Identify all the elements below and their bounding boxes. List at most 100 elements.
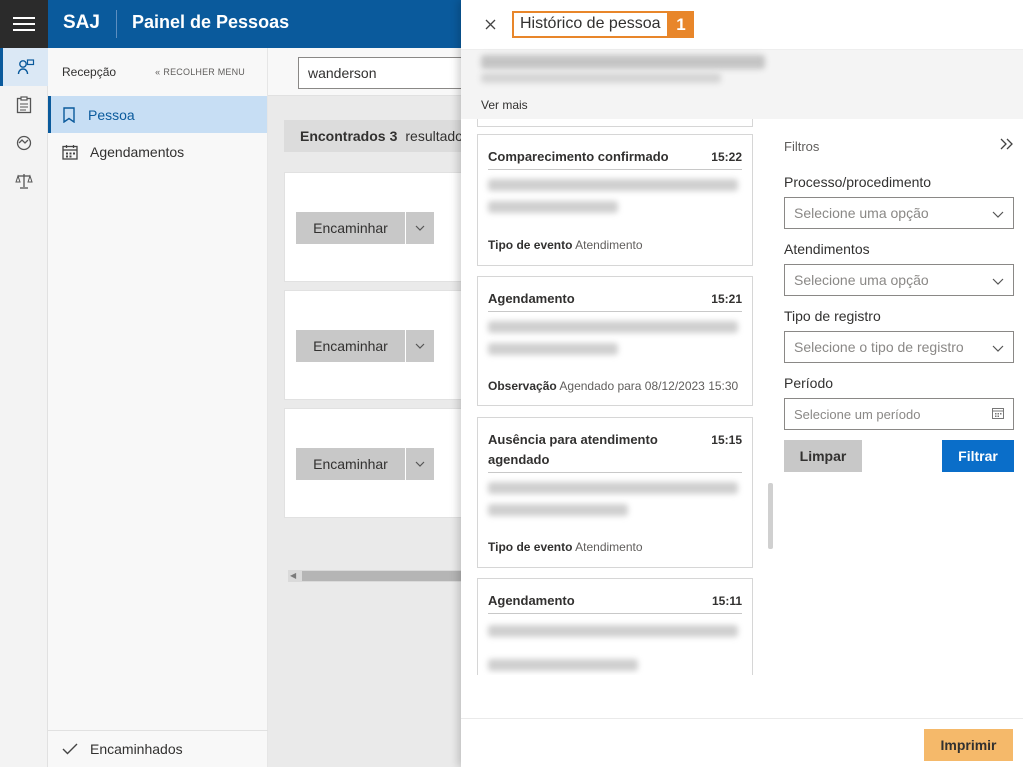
calendar-icon xyxy=(62,144,78,160)
rail-handshake-icon[interactable] xyxy=(0,124,48,162)
event-header: Ausência para atendimento agendado 15:15 xyxy=(488,430,742,473)
vertical-scrollbar[interactable] xyxy=(768,483,773,549)
brand-logo: SAJ xyxy=(63,12,100,33)
event-header: Agendamento 15:11 xyxy=(488,591,742,614)
result-card: Encaminhar xyxy=(284,172,484,282)
redacted-text xyxy=(488,321,738,333)
event-title: Comparecimento confirmado xyxy=(488,149,669,164)
forward-split-button: Encaminhar xyxy=(296,212,434,244)
redacted-text xyxy=(488,659,638,671)
filters-header: Filtros xyxy=(784,137,1014,155)
double-chevron-left-icon: « xyxy=(155,67,161,77)
forward-split-button: Encaminhar xyxy=(296,448,434,480)
sidebar-item-agendamentos[interactable]: Agendamentos xyxy=(48,133,267,170)
forward-button[interactable]: Encaminhar xyxy=(296,448,406,480)
filter-button[interactable]: Filtrar xyxy=(942,440,1014,472)
horizontal-scrollbar[interactable]: ◀ xyxy=(288,570,488,582)
redacted-text xyxy=(488,343,618,355)
clear-button[interactable]: Limpar xyxy=(784,440,862,472)
redacted-name xyxy=(481,55,765,69)
process-label: Processo/procedimento xyxy=(784,174,932,190)
history-event[interactable]: Ausência para atendimento agendado 15:15… xyxy=(477,417,753,568)
brand-divider xyxy=(116,10,117,38)
history-event-partial xyxy=(477,119,753,127)
chevron-down-icon xyxy=(992,272,1004,288)
record-type-select-placeholder: Selecione o tipo de registro xyxy=(794,339,964,355)
event-field-value: Agendado para 08/12/2023 15:30 xyxy=(559,379,739,393)
redacted-text xyxy=(488,625,738,637)
attendance-select[interactable]: Selecione uma opção xyxy=(784,264,1014,296)
event-field-value: Atendimento xyxy=(575,540,643,554)
event-title: Ausência para atendimento agendado xyxy=(488,432,658,467)
hamburger-menu-icon[interactable] xyxy=(0,0,48,48)
see-more-link[interactable]: Ver mais xyxy=(481,98,528,112)
redacted-text xyxy=(488,504,628,516)
event-title: Agendamento xyxy=(488,593,575,608)
event-time: 15:21 xyxy=(711,292,742,306)
forward-button[interactable]: Encaminhar xyxy=(296,330,406,362)
icon-rail xyxy=(0,48,48,767)
result-card: Encaminhar xyxy=(284,290,484,400)
close-icon[interactable] xyxy=(481,15,499,33)
double-chevron-right-icon[interactable] xyxy=(1000,137,1014,155)
history-timeline: Comparecimento confirmado 15:22 Tipo de … xyxy=(461,119,771,675)
event-field-label: Observação xyxy=(488,379,557,393)
calendar-icon[interactable] xyxy=(992,407,1004,422)
record-type-select[interactable]: Selecione o tipo de registro xyxy=(784,331,1014,363)
attendance-label: Atendimentos xyxy=(784,241,870,257)
event-field: Tipo de evento Atendimento xyxy=(488,540,643,554)
sidebar-item-label: Pessoa xyxy=(88,106,135,123)
checkmark-icon xyxy=(62,743,78,755)
found-count: 3 xyxy=(389,128,398,144)
panel-footer: Imprimir xyxy=(461,718,1023,767)
sidebar-footer-label: Encaminhados xyxy=(90,741,183,757)
forward-button[interactable]: Encaminhar xyxy=(296,212,406,244)
event-time: 15:22 xyxy=(711,150,742,164)
period-date-input[interactable]: Selecione um período xyxy=(784,398,1014,430)
process-select-placeholder: Selecione uma opção xyxy=(794,205,929,221)
chevron-down-icon[interactable] xyxy=(406,212,434,244)
event-title: Agendamento xyxy=(488,291,575,306)
history-event[interactable]: Agendamento 15:11 xyxy=(477,578,753,675)
history-event[interactable]: Agendamento 15:21 Observação Agendado pa… xyxy=(477,276,753,406)
event-field-label: Tipo de evento xyxy=(488,238,573,252)
section-label: Recepção xyxy=(62,65,117,79)
process-select[interactable]: Selecione uma opção xyxy=(784,197,1014,229)
event-field-label: Tipo de evento xyxy=(488,540,573,554)
collapse-menu-button[interactable]: « RECOLHER MENU xyxy=(155,67,245,77)
side-navigation: Recepção « RECOLHER MENU Pessoa Agendame… xyxy=(48,48,268,767)
chevron-down-icon xyxy=(992,339,1004,355)
period-placeholder: Selecione um período xyxy=(794,406,921,422)
redacted-text xyxy=(488,201,618,213)
print-button[interactable]: Imprimir xyxy=(924,729,1013,761)
rail-people-icon[interactable] xyxy=(0,48,48,86)
rail-scales-icon[interactable] xyxy=(0,162,48,200)
sidebar-item-encaminhados[interactable]: Encaminhados xyxy=(48,730,268,767)
history-event[interactable]: Comparecimento confirmado 15:22 Tipo de … xyxy=(477,134,753,266)
panel-title: Histórico de pessoa xyxy=(512,11,669,38)
annotation-badge: 1 xyxy=(668,11,694,38)
attendance-select-placeholder: Selecione uma opção xyxy=(794,272,929,288)
event-header: Comparecimento confirmado 15:22 xyxy=(488,147,742,170)
event-field-value: Atendimento xyxy=(575,238,643,252)
scroll-left-arrow-icon[interactable]: ◀ xyxy=(290,571,296,580)
chevron-down-icon[interactable] xyxy=(406,448,434,480)
record-type-label: Tipo de registro xyxy=(784,308,881,324)
found-prefix: Encontrados xyxy=(300,128,386,144)
rail-clipboard-icon[interactable] xyxy=(0,86,48,124)
sidenav-header: Recepção « RECOLHER MENU xyxy=(48,48,267,96)
period-label: Período xyxy=(784,375,834,391)
chevron-down-icon xyxy=(992,205,1004,221)
chevron-down-icon[interactable] xyxy=(406,330,434,362)
sidebar-item-pessoa[interactable]: Pessoa xyxy=(48,96,267,133)
person-info: Ver mais xyxy=(461,50,1023,119)
app-title: Painel de Pessoas xyxy=(132,12,290,32)
bookmark-icon xyxy=(63,106,75,123)
event-time: 15:11 xyxy=(711,594,742,608)
event-header: Agendamento 15:21 xyxy=(488,289,742,312)
sidebar-item-label: Agendamentos xyxy=(90,143,185,160)
scrollbar-thumb[interactable] xyxy=(302,571,482,581)
filters-heading: Filtros xyxy=(784,138,820,154)
collapse-menu-label: RECOLHER MENU xyxy=(163,67,245,77)
filters-panel: Filtros Processo/procedimento Selecione … xyxy=(784,119,1014,679)
